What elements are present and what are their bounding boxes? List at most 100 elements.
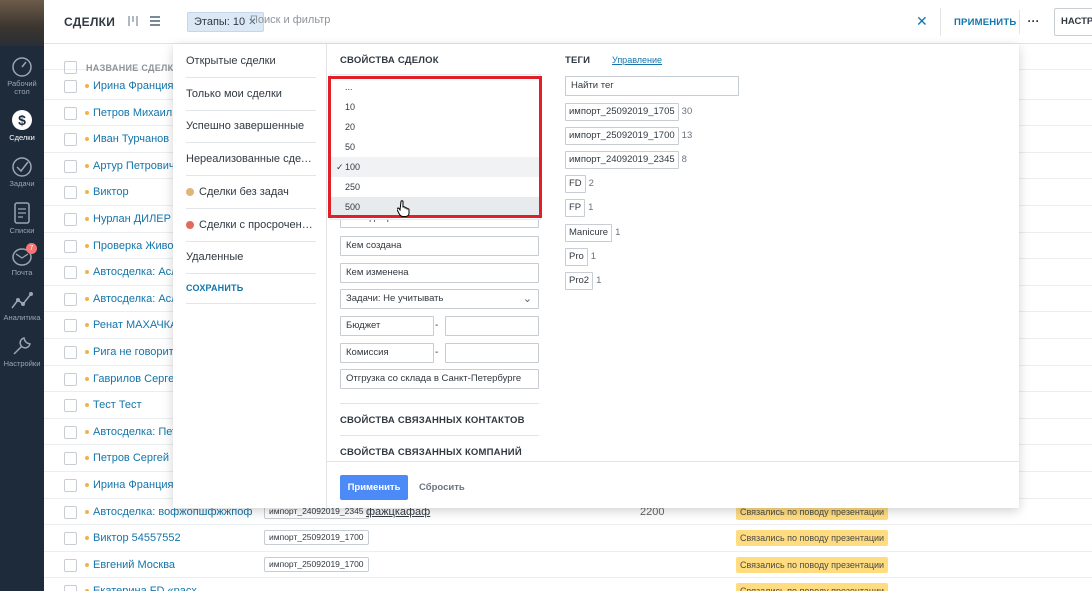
page-size-option[interactable]: 500 bbox=[331, 197, 540, 217]
lead-name-link[interactable]: Виктор 54557552 bbox=[93, 532, 181, 544]
tag-name[interactable]: Pro2 bbox=[565, 271, 594, 290]
page-size-option[interactable]: 20 bbox=[331, 117, 540, 137]
row-checkbox[interactable] bbox=[64, 239, 77, 253]
tag-name[interactable]: импорт_24092019_2345 bbox=[565, 151, 679, 170]
budget-from-field[interactable]: Бюджет bbox=[340, 316, 434, 336]
pipeline-view-icon[interactable] bbox=[126, 14, 140, 31]
tag-search-input[interactable]: Найти тег bbox=[565, 76, 739, 96]
row-checkbox[interactable] bbox=[64, 399, 77, 413]
status-dot bbox=[85, 562, 89, 567]
apply-button[interactable]: Применить bbox=[340, 475, 408, 500]
lead-name-link[interactable]: Екатерина FD «расх bbox=[93, 585, 197, 591]
created-by-field[interactable]: Кем создана bbox=[340, 236, 539, 256]
preset-item[interactable]: Успешно завершенные bbox=[186, 110, 316, 144]
nav-lists[interactable]: Списки bbox=[0, 201, 44, 235]
page-size-option[interactable]: ... bbox=[331, 77, 540, 97]
tag-name[interactable]: Pro bbox=[565, 247, 588, 266]
preset-item[interactable]: Сделки без задач bbox=[186, 176, 316, 209]
tag-item[interactable]: FP 1 bbox=[565, 199, 593, 218]
tag-item[interactable]: импорт_25092019_1700 13 bbox=[565, 127, 692, 146]
row-checkbox[interactable] bbox=[64, 558, 77, 572]
tag-item[interactable]: Pro2 1 bbox=[565, 271, 601, 290]
nav-analytics-label: Аналитика bbox=[3, 313, 41, 322]
preset-item[interactable]: Только мои сделки bbox=[186, 78, 316, 111]
tag-name[interactable]: FP bbox=[565, 199, 586, 218]
lead-tag[interactable]: импорт_25092019_1700 bbox=[264, 530, 369, 546]
page-size-option[interactable]: 10 bbox=[331, 97, 540, 117]
lead-name-link[interactable]: Проверка Живо bbox=[93, 240, 173, 252]
row-checkbox[interactable] bbox=[64, 372, 77, 386]
row-checkbox[interactable] bbox=[64, 159, 77, 173]
shipment-field[interactable]: Отгрузка со склада в Санкт-Петербурге bbox=[340, 369, 539, 389]
companies-section-title[interactable]: СВОЙСТВА СВЯЗАННЫХ КОМПАНИЙ bbox=[340, 447, 522, 458]
tag-name[interactable]: импорт_25092019_1705 bbox=[565, 103, 679, 121]
nav-analytics[interactable]: Аналитика bbox=[0, 290, 44, 322]
modified-by-field[interactable]: Кем изменена bbox=[340, 263, 539, 283]
preset-item[interactable]: Сделки с просроченными задачами bbox=[186, 209, 316, 242]
preset-item[interactable]: Открытые сделки bbox=[186, 45, 316, 78]
lead-name-link[interactable]: Петров Михаил М bbox=[93, 107, 184, 119]
section-divider bbox=[340, 435, 539, 436]
search-input[interactable] bbox=[250, 14, 550, 26]
tag-item[interactable]: Pro 1 bbox=[565, 247, 596, 266]
tag-item[interactable]: импорт_24092019_2345 8 bbox=[565, 151, 687, 170]
apply-filter-button[interactable]: ПРИМЕНИТЬ bbox=[954, 17, 1016, 28]
page-size-option[interactable]: 250 bbox=[331, 177, 540, 197]
row-checkbox[interactable] bbox=[64, 425, 77, 439]
budget-to-field[interactable] bbox=[445, 316, 539, 336]
row-checkbox[interactable] bbox=[64, 585, 77, 591]
preset-item[interactable]: Удаленные bbox=[186, 241, 316, 275]
commission-to-field[interactable] bbox=[445, 343, 539, 363]
row-checkbox[interactable] bbox=[64, 266, 77, 280]
row-checkbox[interactable] bbox=[64, 505, 77, 519]
nav-mail[interactable]: 7 Почта bbox=[0, 243, 44, 277]
tasks-select[interactable]: Задачи: Не учитывать ⌄ bbox=[340, 289, 539, 309]
tag-name[interactable]: Manicure bbox=[565, 223, 613, 242]
page-size-option[interactable]: 50 bbox=[331, 137, 540, 157]
nav-settings[interactable]: Настройки bbox=[0, 334, 44, 368]
preset-item[interactable]: Нереализованные сделки bbox=[186, 143, 316, 177]
page-size-option[interactable]: ✓ 100 bbox=[331, 157, 540, 177]
row-checkbox[interactable] bbox=[64, 292, 77, 306]
tag-item[interactable]: импорт_25092019_1705 30 bbox=[565, 103, 692, 121]
lead-name-link[interactable]: Виктор bbox=[93, 186, 129, 198]
tags-manage-link[interactable]: Управление bbox=[612, 55, 662, 65]
row-checkbox[interactable] bbox=[64, 106, 77, 120]
table-row[interactable]: Виктор 54557552 импорт_25092019_1700 Связа… bbox=[44, 525, 1092, 552]
tag-item[interactable]: Manicure 1 bbox=[565, 223, 620, 242]
nav-dashboard[interactable]: Рабочий стол bbox=[0, 56, 44, 96]
lead-name-link[interactable]: Евгений Москва bbox=[93, 559, 175, 571]
table-row[interactable]: Евгений Москва импорт_25092019_1700 Связал… bbox=[44, 552, 1092, 579]
tag-search-placeholder: Найти тег bbox=[571, 80, 614, 91]
page-size-dropdown[interactable]: ... 10 20 50 ✓ 100 250 500 bbox=[330, 74, 541, 220]
filter-bar[interactable]: Этапы: 10 ✕ bbox=[184, 6, 938, 38]
row-checkbox[interactable] bbox=[64, 532, 77, 546]
contacts-section-title[interactable]: СВОЙСТВА СВЯЗАННЫХ КОНТАКТОВ bbox=[340, 415, 525, 426]
list-view-icon[interactable] bbox=[148, 14, 162, 31]
nav-leads[interactable]: $ Сделки bbox=[0, 108, 44, 142]
more-options-button[interactable]: ··· bbox=[1019, 10, 1047, 34]
save-preset-button[interactable]: СОХРАНИТЬ bbox=[186, 283, 243, 293]
row-checkbox[interactable] bbox=[64, 319, 77, 333]
lead-name-link[interactable]: Артур Петрович bbox=[93, 160, 175, 172]
tag-item[interactable]: FD 2 bbox=[565, 175, 594, 194]
commission-from-field[interactable]: Комиссия bbox=[340, 343, 434, 363]
nav-tasks[interactable]: Задачи bbox=[0, 156, 44, 188]
tag-name[interactable]: FD bbox=[565, 175, 586, 194]
table-row[interactable]: Екатерина FD «расх Связались по поводу пр… bbox=[44, 578, 1092, 591]
clear-filter-icon[interactable]: ✕ bbox=[916, 13, 928, 30]
account-logo[interactable] bbox=[0, 0, 44, 46]
row-checkbox[interactable] bbox=[64, 186, 77, 200]
tag-name[interactable]: импорт_25092019_1700 bbox=[565, 127, 679, 146]
row-checkbox[interactable] bbox=[64, 213, 77, 226]
row-checkbox[interactable] bbox=[64, 133, 77, 147]
row-checkbox[interactable] bbox=[64, 80, 77, 93]
lead-name-link[interactable]: Автосделка: Петр bbox=[93, 426, 183, 438]
reset-button[interactable]: Сбросить bbox=[419, 482, 465, 493]
row-checkbox[interactable] bbox=[64, 346, 77, 359]
lead-name-link[interactable]: Тест Тест bbox=[93, 399, 142, 411]
row-checkbox[interactable] bbox=[64, 479, 77, 492]
lead-tag[interactable]: импорт_25092019_1700 bbox=[264, 556, 369, 572]
settings-button[interactable]: НАСТРО bbox=[1054, 8, 1092, 36]
row-checkbox[interactable] bbox=[64, 452, 77, 466]
